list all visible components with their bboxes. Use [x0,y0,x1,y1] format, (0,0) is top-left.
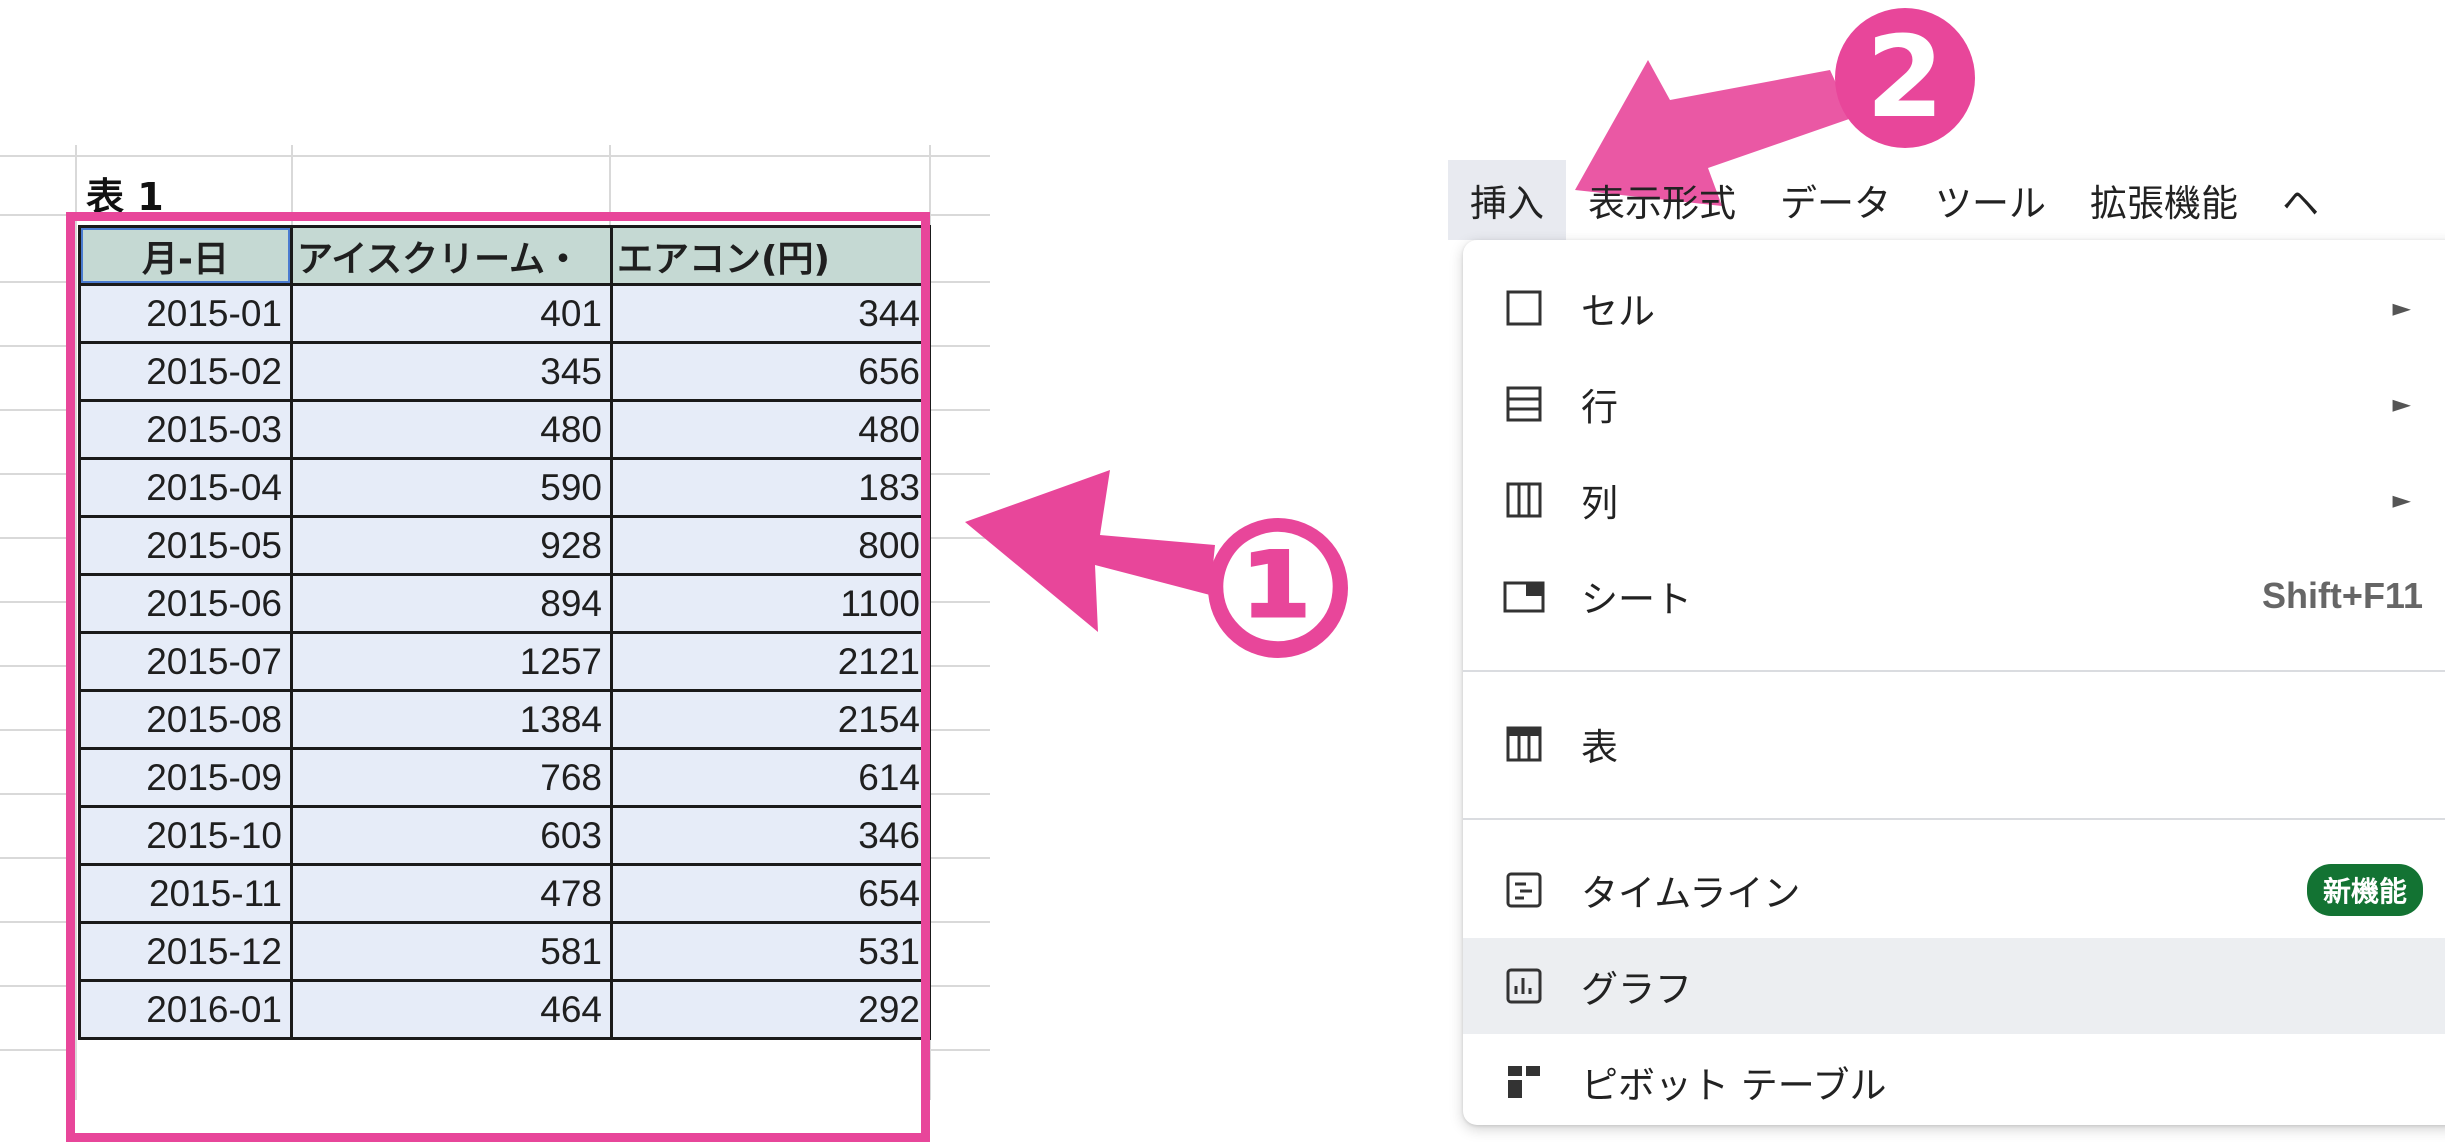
callout-badge-2: 2 [1835,8,1975,148]
callout-number-1: ❶ [1214,501,1342,675]
timeline-icon [1501,867,1547,913]
cell-icon [1501,285,1547,331]
menu-tools[interactable]: ツール [1913,160,2068,240]
chart-icon [1501,963,1547,1009]
pivot-table-icon [1501,1059,1547,1105]
menu-item-sheet-label: シート [1581,578,1692,621]
menu-item-table[interactable]: 表 [1463,696,2445,792]
menu-item-chart[interactable]: グラフ [1463,938,2445,1034]
spreadsheet-area: 表 1 月-日 アイスクリーム・ エアコン(円) 2015-01 401 344 20… [0,0,990,1142]
menu-item-column[interactable]: 列 ► [1463,452,2445,548]
menu-item-pivot-table[interactable]: ピボット テーブル [1463,1034,2445,1125]
insert-dropdown-menu: セル ► 行 ► 列 ► シート Shift+F11 表 タイムライン 新機能 [1463,240,2445,1125]
menu-item-sheet[interactable]: シート Shift+F11 [1463,548,2445,644]
menu-item-pivot-table-label: ピボット テーブル [1581,1064,1887,1107]
menu-insert[interactable]: 挿入 [1448,160,1566,240]
menu-item-chart-label: グラフ [1581,968,1692,1011]
menu-item-table-label: 表 [1581,726,1618,769]
sheet-shortcut: Shift+F11 [2261,575,2423,616]
table-icon [1501,721,1547,767]
callout-badge-1: ❶ [1208,513,1348,663]
menu-bar: 挿入 表示形式 データ ツール 拡張機能 ヘ [1448,160,2445,240]
column-icon [1501,477,1547,523]
selection-highlight-frame [66,212,930,1142]
menu-item-timeline[interactable]: タイムライン 新機能 [1463,842,2445,938]
arrow-1 [965,470,1215,632]
submenu-arrow-icon: ► [2392,390,2411,418]
menu-data[interactable]: データ [1758,160,1913,240]
menu-item-column-label: 列 [1581,482,1618,525]
menu-separator [1463,670,2445,672]
menu-item-row-label: 行 [1581,386,1618,429]
menu-help[interactable]: ヘ [2260,160,2341,240]
menu-item-timeline-label: タイムライン [1581,872,1801,915]
submenu-arrow-icon: ► [2392,486,2411,514]
menu-format[interactable]: 表示形式 [1566,160,1758,240]
menu-separator [1463,818,2445,820]
new-feature-badge: 新機能 [2306,864,2423,916]
menu-item-row[interactable]: 行 ► [1463,356,2445,452]
menu-extensions[interactable]: 拡張機能 [2068,160,2260,240]
menu-item-cell-label: セル [1581,290,1655,333]
sheet-icon [1501,573,1547,619]
submenu-arrow-icon: ► [2392,294,2411,322]
row-icon [1501,381,1547,427]
menu-item-cell[interactable]: セル ► [1463,260,2445,356]
callout-number-2: 2 [1866,13,1944,143]
